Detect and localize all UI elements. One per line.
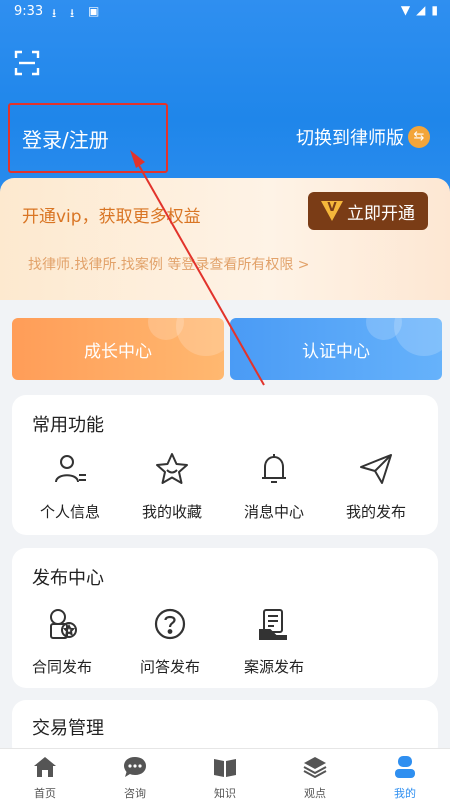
bell-icon [262, 454, 286, 483]
certification-center-label: 认证中心 [302, 341, 370, 362]
case-source-publish-item[interactable]: 案源发布 [224, 606, 324, 677]
vip-open-label: 立即开通 [347, 203, 415, 224]
tab-home[interactable]: 首页 [0, 749, 90, 800]
section-title: 发布中心 [32, 568, 104, 589]
my-favorites-item[interactable]: 我的收藏 [122, 451, 222, 522]
person-info-icon [55, 455, 86, 483]
my-publish-item[interactable]: 我的发布 [326, 451, 426, 522]
switch-icon[interactable]: ⇆ [408, 126, 430, 148]
profile-header: 9:33 ⭳ ⭳ ▣ ▼ ◢ ▮ 登录/注册 切换到律师版 ⇆ [0, 0, 450, 200]
qa-publish-item[interactable]: 问答发布 [120, 606, 220, 677]
growth-center-card[interactable]: 成长中心 [12, 318, 224, 380]
layers-icon [303, 757, 327, 779]
status-indicators: ▼ ◢ ▮ [401, 3, 438, 17]
common-functions-section: 常用功能 个人信息 我的收藏 消息中心 我的发布 [12, 395, 438, 535]
book-icon [214, 759, 236, 777]
status-bar: 9:33 ⭳ ⭳ ▣ ▼ ◢ ▮ [0, 0, 450, 26]
wifi-icon: ▼ [400, 3, 411, 17]
bottom-tab-bar: 首页 咨询 知识 观点 我的 [0, 748, 450, 800]
download-icon: ⭳ [52, 6, 57, 20]
case-source-icon [259, 609, 287, 640]
message-center-item[interactable]: 消息中心 [224, 451, 324, 522]
download-icon: ⭳ [70, 6, 75, 20]
question-icon [154, 608, 186, 640]
publish-center-section: 发布中心 合同发布 问答发布 案源发布 [12, 548, 438, 688]
contract-icon [50, 609, 77, 639]
certification-center-card[interactable]: 认证中心 [230, 318, 442, 380]
vip-diamond-icon: V [321, 201, 343, 221]
vip-open-button[interactable]: V 立即开通 [308, 192, 428, 230]
battery-icon: ▮ [431, 3, 438, 17]
scan-icon[interactable] [14, 50, 40, 76]
vip-promo-text: 开通vip，获取更多权益 [22, 207, 201, 227]
paper-plane-icon [360, 454, 392, 484]
section-title: 常用功能 [32, 415, 104, 436]
notification-app-icon: ▣ [88, 4, 100, 18]
tab-knowledge[interactable]: 知识 [180, 749, 270, 800]
star-icon [156, 453, 188, 484]
tab-viewpoints[interactable]: 观点 [270, 749, 360, 800]
contract-publish-item[interactable]: 合同发布 [12, 606, 112, 677]
tab-consult[interactable]: 咨询 [90, 749, 180, 800]
profile-icon [395, 756, 415, 778]
chat-icon [124, 757, 146, 777]
personal-info-item[interactable]: 个人信息 [20, 451, 120, 522]
signal-icon: ◢ [416, 3, 426, 17]
vip-subtitle-link[interactable]: 找律师.找律所.找案例 等登录查看所有权限 > [28, 254, 310, 274]
vip-banner: 开通vip，获取更多权益 V 立即开通 找律师.找律所.找案例 等登录查看所有权… [0, 178, 450, 300]
switch-to-lawyer-link[interactable]: 切换到律师版 [296, 124, 404, 150]
tab-mine[interactable]: 我的 [360, 749, 450, 800]
home-icon [34, 757, 56, 777]
login-register-link[interactable]: 登录/注册 [22, 124, 109, 153]
section-title: 交易管理 [32, 718, 104, 739]
status-time: 9:33 [14, 4, 44, 19]
growth-center-label: 成长中心 [84, 341, 152, 362]
